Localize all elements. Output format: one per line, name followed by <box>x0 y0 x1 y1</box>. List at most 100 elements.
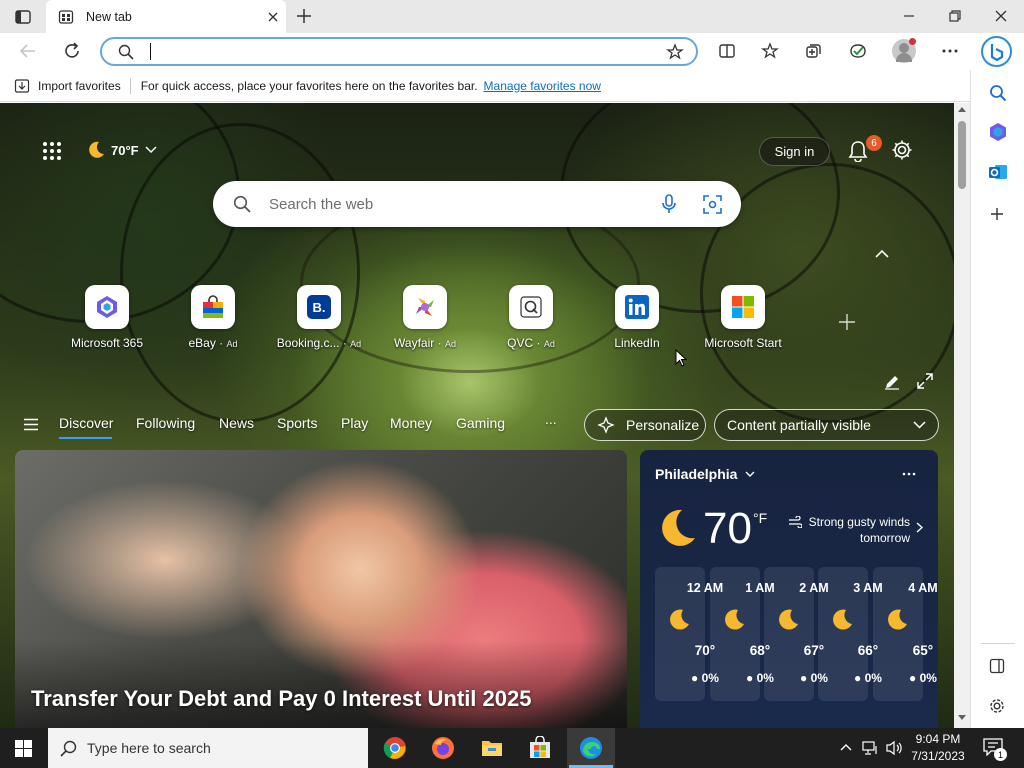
sidebar-search-icon[interactable] <box>989 84 1007 102</box>
moon-icon <box>777 607 801 631</box>
quick-link-qvc[interactable] <box>509 285 553 329</box>
bing-copilot-icon[interactable] <box>981 36 1012 67</box>
quick-link-linkedin[interactable] <box>615 285 659 329</box>
moon-icon <box>886 607 910 631</box>
web-search-box[interactable]: Search the web <box>213 181 741 227</box>
volume-icon[interactable] <box>885 740 903 756</box>
sidebar-add-icon[interactable] <box>990 207 1004 221</box>
chevron-right-icon[interactable] <box>916 522 923 533</box>
profile-avatar[interactable] <box>892 38 916 63</box>
feed-tab-news[interactable]: News <box>219 415 254 431</box>
profile-alert-dot <box>909 38 916 45</box>
moon-icon <box>655 506 699 550</box>
taskbar-search-placeholder: Type here to search <box>87 740 211 756</box>
apps-launcher-icon[interactable] <box>42 141 62 161</box>
page-scrollbar[interactable] <box>954 103 970 728</box>
tab-new-tab[interactable]: New tab <box>46 0 286 33</box>
restore-icon[interactable] <box>949 10 961 22</box>
notification-badge: 6 <box>866 135 882 151</box>
split-screen-icon[interactable] <box>718 42 736 60</box>
minimize-icon[interactable] <box>903 10 915 22</box>
close-window-icon[interactable] <box>995 10 1007 22</box>
address-bar[interactable] <box>100 37 698 66</box>
edge-taskbar-button[interactable] <box>567 728 615 768</box>
clock-date[interactable]: 7/31/2023 <box>905 749 971 763</box>
quick-link-wayfair[interactable] <box>403 285 447 329</box>
sidebar-office-icon[interactable] <box>988 122 1008 142</box>
microsoft-store-icon[interactable] <box>528 736 554 760</box>
windows-start-icon[interactable] <box>15 740 32 757</box>
feed-tab-gaming[interactable]: Gaming <box>456 415 505 431</box>
quick-link-microsoft-365[interactable] <box>85 285 129 329</box>
refresh-icon[interactable] <box>63 42 81 60</box>
settings-and-more-icon[interactable] <box>941 42 959 60</box>
mouse-pointer-icon <box>675 349 687 367</box>
qvc-logo-icon <box>518 294 544 320</box>
collections-icon[interactable] <box>805 42 823 60</box>
weather-card[interactable]: Philadelphia 70 °F Strong gusty winds to… <box>640 450 938 728</box>
edit-background-icon[interactable] <box>884 374 900 390</box>
close-tab-icon[interactable] <box>260 12 286 22</box>
file-explorer-icon[interactable] <box>480 736 506 760</box>
menu-hamburger-icon[interactable] <box>23 418 39 431</box>
hourly-forecast-item[interactable]: 3 AM 66° ● 0% <box>818 567 883 701</box>
firefox-icon[interactable] <box>431 736 457 760</box>
expand-icon[interactable] <box>917 373 933 389</box>
news-headline[interactable]: Transfer Your Debt and Pay 0 Interest Un… <box>31 686 531 712</box>
hourly-forecast-item[interactable]: 4 AM 65° ● 0% <box>873 567 938 701</box>
quick-link-microsoft-start[interactable] <box>721 285 765 329</box>
quick-link-booking[interactable]: B. <box>297 285 341 329</box>
personalize-label: Personalize <box>626 417 700 433</box>
sidebar-outlook-icon[interactable] <box>988 162 1008 182</box>
scroll-up-icon[interactable] <box>958 107 966 112</box>
quick-link-label: eBay · Ad <box>188 336 238 350</box>
search-icon <box>233 195 251 213</box>
news-card[interactable]: Transfer Your Debt and Pay 0 Interest Un… <box>15 450 627 728</box>
collapse-chevron-up-icon[interactable] <box>875 249 889 258</box>
feed-tab-play[interactable]: Play <box>341 415 368 431</box>
sidebar-settings-gear-icon[interactable] <box>988 697 1006 715</box>
quick-link-label: Booking.c... · Ad <box>276 336 362 350</box>
import-favorites-button[interactable]: Import favorites <box>14 78 121 94</box>
add-favorite-star-icon[interactable] <box>666 43 684 61</box>
hourly-forecast-item[interactable]: 2 AM 67° ● 0% <box>764 567 829 701</box>
personalize-button[interactable]: Personalize <box>584 409 706 441</box>
browser-essentials-icon[interactable] <box>848 41 868 61</box>
favorites-icon[interactable] <box>761 42 779 60</box>
hide-sidebar-icon[interactable] <box>989 658 1005 674</box>
chrome-icon[interactable] <box>383 736 409 760</box>
weather-city: Philadelphia <box>655 466 738 482</box>
sign-in-button[interactable]: Sign in <box>759 137 830 166</box>
show-hidden-icons-chevron-icon[interactable] <box>840 743 852 751</box>
active-tab-underline <box>59 437 112 439</box>
quick-link-ebay[interactable] <box>191 285 235 329</box>
content-visibility-dropdown[interactable]: Content partially visible <box>714 409 939 441</box>
microphone-icon[interactable] <box>661 194 677 214</box>
back-icon[interactable] <box>19 42 37 60</box>
windows-taskbar: Type here to search 9:04 PM 7/31/2023 1 <box>0 728 1024 768</box>
feed-tab-discover[interactable]: Discover <box>59 415 113 431</box>
feed-tab-following[interactable]: Following <box>136 415 195 431</box>
page-settings-gear-icon[interactable] <box>891 139 913 161</box>
taskbar-search-box[interactable]: Type here to search <box>48 728 368 768</box>
scroll-down-icon[interactable] <box>958 715 966 720</box>
notification-bell-icon[interactable] <box>848 140 868 162</box>
new-tab-plus-icon[interactable] <box>296 8 312 24</box>
hourly-forecast-item[interactable]: 12 AM 70° ● 0% <box>655 567 723 701</box>
web-search-placeholder: Search the web <box>269 196 374 213</box>
forecast-line-1: Strong gusty winds <box>808 515 910 529</box>
scrollbar-thumb[interactable] <box>958 121 966 189</box>
manage-favorites-link[interactable]: Manage favorites now <box>484 79 601 93</box>
location-selector[interactable]: Philadelphia <box>655 466 755 482</box>
weather-chip[interactable]: 70°F <box>85 139 157 161</box>
feed-tab-money[interactable]: Money <box>390 415 432 431</box>
feed-tab-sports[interactable]: Sports <box>277 415 317 431</box>
tab-actions-icon[interactable] <box>14 8 32 26</box>
weather-more-options-icon[interactable] <box>902 472 916 476</box>
add-shortcut-plus-icon[interactable] <box>838 313 856 331</box>
hourly-forecast-item[interactable]: 1 AM 68° ● 0% <box>710 567 775 701</box>
feed-more-button[interactable]: ... <box>545 411 557 427</box>
visual-search-icon[interactable] <box>703 195 722 214</box>
network-icon[interactable] <box>862 740 880 756</box>
clock-time[interactable]: 9:04 PM <box>905 732 971 746</box>
